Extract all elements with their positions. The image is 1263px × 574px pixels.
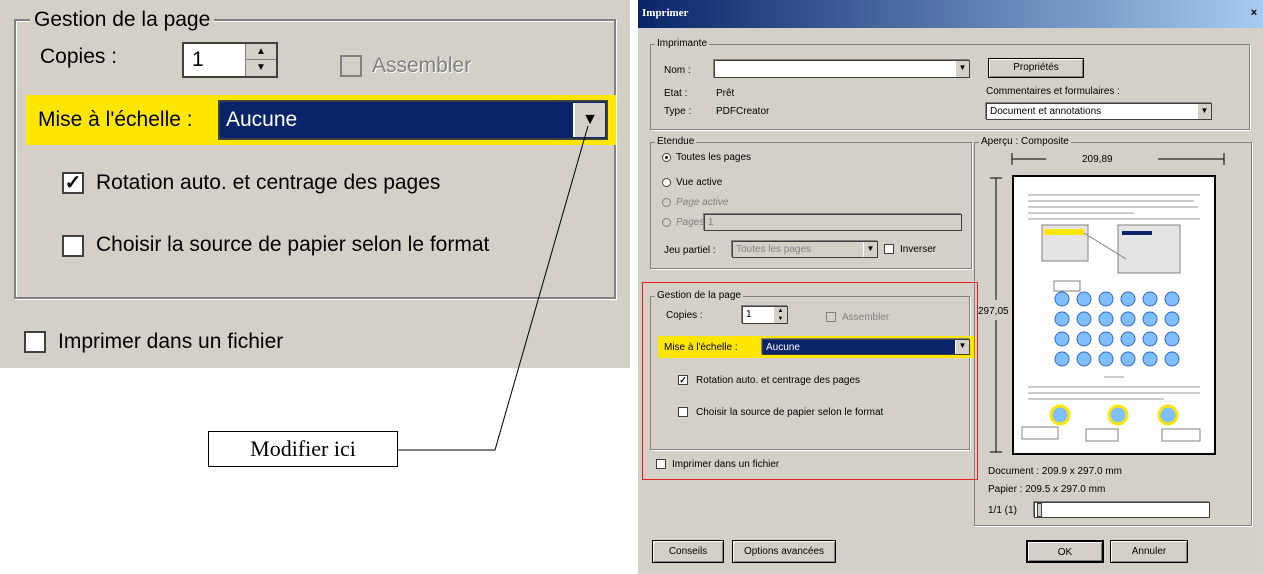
cancel-button[interactable]: Annuler — [1110, 540, 1188, 563]
copies-value: 1 — [746, 309, 752, 320]
assembler-label: Assembler — [842, 312, 890, 323]
spin-icon[interactable]: ▲ ▼ — [773, 307, 787, 323]
subset-label: Jeu partiel : — [664, 245, 716, 256]
chevron-down-icon[interactable]: ▼ — [1197, 104, 1211, 119]
page-handling-group-title: Gestion de la page — [655, 290, 743, 301]
subset-value: Toutes les pages — [736, 244, 812, 255]
scale-value: Aucune — [766, 342, 800, 353]
reverse-checkbox[interactable] — [884, 244, 894, 254]
pages-label: Pages — [676, 217, 705, 228]
advanced-options-button[interactable]: Options avancées — [732, 540, 836, 563]
radio-current-view[interactable] — [662, 178, 671, 187]
current-view-label: Vue active — [676, 177, 723, 188]
scale-dropdown[interactable]: Aucune ▼ — [762, 339, 970, 355]
paper-source-checkbox[interactable] — [678, 407, 688, 417]
printer-type-value: PDFCreator — [716, 106, 770, 117]
print-to-file-checkbox[interactable] — [656, 459, 666, 469]
rotation-label: Rotation auto. et centrage des pages — [696, 375, 861, 386]
tips-button[interactable]: Conseils — [652, 540, 724, 563]
ok-button[interactable]: OK — [1026, 540, 1104, 563]
rotation-checkbox[interactable]: ✓ — [678, 375, 688, 385]
paper-source-label: Choisir la source de papier selon le for… — [696, 407, 884, 418]
radio-pages[interactable] — [662, 218, 671, 227]
preview-height-value: 297,05 — [978, 306, 1009, 317]
preview-page-content — [1021, 194, 1201, 442]
chevron-down-icon[interactable]: ▼ — [863, 242, 877, 257]
scale-label: Mise à l'échelle : — [664, 342, 738, 353]
print-dialog: Imprimer × Imprimante Nom : ▼ Etat : Prê… — [638, 0, 1263, 574]
properties-button[interactable]: Propriétés — [988, 58, 1084, 78]
print-to-file-label: Imprimer dans un fichier — [672, 459, 780, 470]
radio-all-pages[interactable] — [662, 153, 671, 162]
dialog-titlebar: Imprimer × — [638, 0, 1263, 28]
page-slider-thumb[interactable] — [1037, 503, 1042, 517]
copies-label: Copies : — [666, 310, 703, 321]
subset-dropdown[interactable]: Toutes les pages ▼ — [732, 241, 878, 258]
pages-input-value: 1 — [708, 217, 714, 228]
paper-size: Papier : 209.5 x 297.0 mm — [988, 484, 1106, 495]
all-pages-label: Toutes les pages — [676, 152, 752, 163]
assembler-checkbox[interactable] — [826, 312, 836, 322]
callout-modifier-ici: Modifier ici — [208, 431, 398, 467]
range-group-title: Etendue — [655, 136, 697, 147]
copies-spinner[interactable]: 1 ▲ ▼ — [742, 306, 788, 324]
printer-name-label: Nom : — [664, 65, 691, 76]
preview-width-value: 209,89 — [1082, 154, 1113, 165]
comments-dropdown[interactable]: Document et annotations ▼ — [986, 103, 1212, 120]
printer-state-label: Etat : — [664, 88, 688, 99]
radio-active-page[interactable] — [662, 198, 671, 207]
printer-name-dropdown[interactable]: ▼ — [714, 60, 970, 78]
page-slider[interactable] — [1034, 502, 1210, 518]
preview-page-thumbnail — [1012, 175, 1216, 455]
chevron-down-icon[interactable]: ▼ — [955, 61, 969, 77]
document-size: Document : 209.9 x 297.0 mm — [988, 466, 1122, 477]
active-page-label: Page active — [676, 197, 729, 208]
chevron-down-icon[interactable]: ▼ — [955, 340, 969, 354]
printer-group-title: Imprimante — [655, 38, 710, 49]
printer-state-value: Prêt — [716, 88, 735, 99]
reverse-label: Inverser — [900, 244, 937, 255]
comments-label: Commentaires et formulaires : — [986, 86, 1120, 97]
pages-input[interactable]: 1 — [704, 214, 962, 231]
page-counter: 1/1 (1) — [988, 505, 1017, 516]
close-icon[interactable]: × — [1247, 7, 1261, 21]
dialog-title: Imprimer — [642, 7, 689, 19]
printer-type-label: Type : — [664, 106, 692, 117]
comments-value: Document et annotations — [990, 106, 1102, 117]
preview-group-title: Aperçu : Composite — [979, 136, 1071, 147]
